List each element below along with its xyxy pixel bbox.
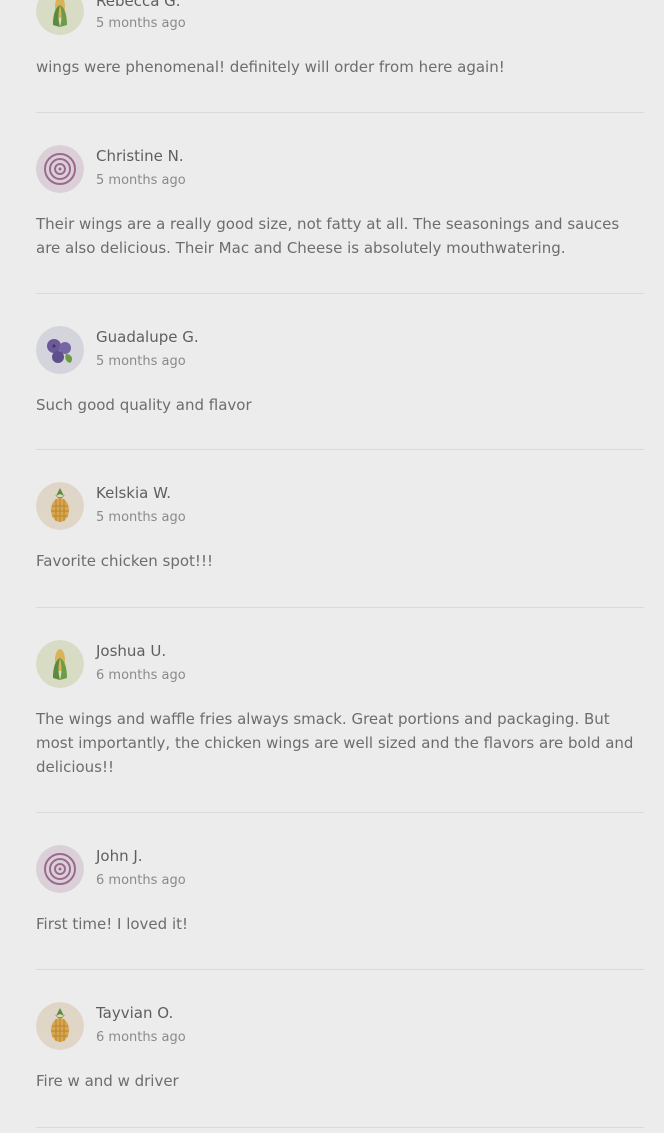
reviewer-name: John J. — [96, 847, 143, 865]
avatar — [36, 482, 84, 530]
avatar — [36, 145, 84, 193]
review-time: 5 months ago — [96, 354, 186, 369]
review-text: The wings and waffle fries always smack.… — [36, 710, 634, 776]
avatar — [36, 640, 84, 688]
review-item: Rebecca G. 5 months ago wings were pheno… — [36, 0, 644, 113]
reviewer-name: Tayvian O. — [96, 1004, 174, 1022]
review-time: 6 months ago — [96, 873, 186, 888]
onion-icon — [36, 845, 84, 893]
avatar — [36, 1002, 84, 1050]
pineapple-icon — [36, 1002, 84, 1050]
review-time: 6 months ago — [96, 1030, 186, 1045]
reviewer-name: Joshua U. — [96, 642, 167, 660]
avatar — [36, 845, 84, 893]
review-time: 6 months ago — [96, 668, 186, 683]
review-item: Tayvian O. 6 months ago Fire w and w dri… — [36, 970, 644, 1128]
corn-icon — [36, 0, 84, 35]
review-time: 5 months ago — [96, 510, 186, 525]
reviewer-name: Rebecca G. — [96, 0, 181, 10]
review-text: Such good quality and flavor — [36, 396, 252, 414]
review-item: John J. 6 months ago First time! I loved… — [36, 813, 644, 970]
review-text: Fire w and w driver — [36, 1072, 179, 1090]
review-time: 5 months ago — [96, 16, 186, 31]
onion-icon — [36, 145, 84, 193]
blueberry-icon — [36, 326, 84, 374]
review-text: Favorite chicken spot!!! — [36, 552, 213, 570]
review-list: Rebecca G. 5 months ago wings were pheno… — [36, 0, 644, 1128]
avatar — [36, 326, 84, 374]
corn-icon — [36, 640, 84, 688]
review-item: Joshua U. 6 months ago The wings and waf… — [36, 608, 644, 813]
review-item: Guadalupe G. 5 months ago Such good qual… — [36, 294, 644, 450]
reviewer-name: Guadalupe G. — [96, 328, 199, 346]
review-item: Kelskia W. 5 months ago Favorite chicken… — [36, 450, 644, 608]
pineapple-icon — [36, 482, 84, 530]
review-item: Christine N. 5 months ago Their wings ar… — [36, 113, 644, 294]
reviewer-name: Kelskia W. — [96, 484, 171, 502]
review-text: Their wings are a really good size, not … — [36, 215, 620, 257]
review-text: wings were phenomenal! definitely will o… — [36, 58, 505, 76]
review-time: 5 months ago — [96, 173, 186, 188]
review-text: First time! I loved it! — [36, 915, 188, 933]
avatar — [36, 0, 84, 35]
reviewer-name: Christine N. — [96, 147, 184, 165]
